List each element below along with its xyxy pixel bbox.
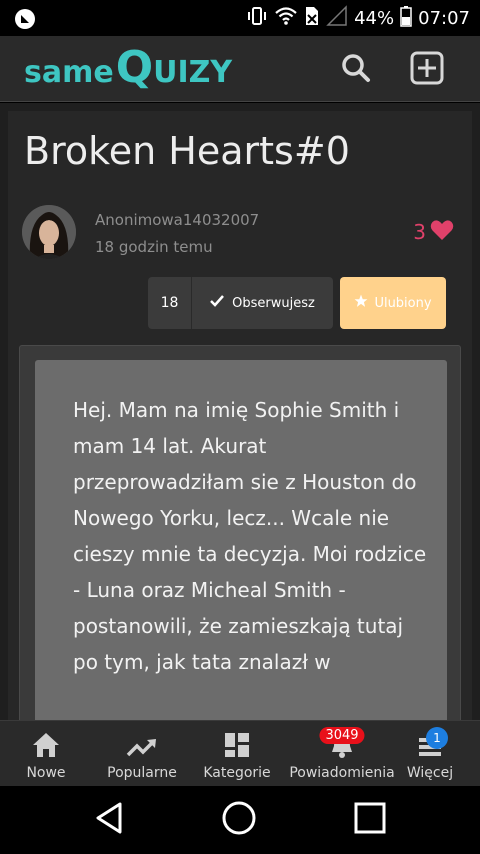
favorite-label: Ulubiony <box>374 295 432 311</box>
like-count: 3 <box>413 220 426 244</box>
post-title: Broken Hearts#0 <box>24 129 350 173</box>
story-container: Hej. Mam na imię Sophie Smith i mam 14 l… <box>19 345 461 720</box>
home-circle-icon <box>221 800 257 840</box>
system-navigation-bar <box>0 786 480 854</box>
nav-new-label: Nowe <box>26 765 66 781</box>
plus-square-icon <box>410 51 444 89</box>
like-button[interactable]: 3 <box>413 219 454 245</box>
follow-group: 18 Obserwujesz <box>148 277 333 329</box>
check-icon <box>210 295 225 311</box>
nav-more[interactable]: 1 Więcej <box>402 721 458 787</box>
content-area[interactable]: Broken Hearts#0 Anonimowa14032007 18 god… <box>0 103 480 720</box>
battery-icon <box>400 5 412 31</box>
wifi-icon <box>274 6 298 30</box>
nav-more-label: Więcej <box>406 765 454 781</box>
samequizy-logo[interactable]: same Q uizy <box>24 42 232 98</box>
search-button[interactable] <box>336 50 376 90</box>
no-sim-icon <box>304 5 320 31</box>
app-bar: same Q uizy <box>0 36 480 102</box>
more-badge: 1 <box>426 727 448 749</box>
battery-percent: 44% <box>354 7 395 29</box>
status-bar: 44% 07:07 <box>0 0 480 36</box>
home-button[interactable] <box>217 800 261 840</box>
grid-icon <box>223 731 251 763</box>
post-time: 18 godzin temu <box>95 238 213 256</box>
trending-icon <box>126 735 158 763</box>
signal-icon <box>326 5 348 31</box>
story-text: Hej. Mam na imię Sophie Smith i mam 14 l… <box>73 398 427 674</box>
nav-categories[interactable]: Kategorie <box>198 721 276 787</box>
home-icon <box>31 731 61 763</box>
nav-notifications[interactable]: 3049 Powiadomienia <box>284 721 400 787</box>
clock: 07:07 <box>418 7 470 29</box>
post-card: Broken Hearts#0 Anonimowa14032007 18 god… <box>8 111 472 720</box>
nav-popular[interactable]: Popularne <box>100 721 184 787</box>
nav-categories-label: Kategorie <box>203 765 271 781</box>
back-triangle-icon <box>94 801 124 839</box>
star-icon <box>354 294 368 312</box>
story-box: Hej. Mam na imię Sophie Smith i mam 14 l… <box>35 360 447 720</box>
follow-button[interactable]: Obserwujesz <box>192 277 333 329</box>
notifications-badge: 3049 <box>319 727 365 744</box>
nav-new[interactable]: Nowe <box>18 721 74 787</box>
author-avatar[interactable] <box>22 205 76 259</box>
recents-button[interactable] <box>348 800 392 840</box>
notification-icon <box>14 8 36 34</box>
nav-popular-label: Popularne <box>107 765 177 781</box>
author-name[interactable]: Anonimowa14032007 <box>95 211 259 229</box>
follow-label: Obserwujesz <box>232 295 315 311</box>
back-button[interactable] <box>87 800 131 840</box>
nav-notifications-label: Powiadomienia <box>289 765 395 781</box>
bottom-navigation: Nowe Popularne Kategorie 3049 Powiadomie… <box>0 720 480 786</box>
search-icon <box>341 53 371 87</box>
heart-icon <box>430 219 454 245</box>
add-quiz-button[interactable] <box>407 50 447 90</box>
recents-square-icon <box>353 801 387 839</box>
followers-count: 18 <box>148 277 192 329</box>
favorite-button[interactable]: Ulubiony <box>340 277 446 329</box>
vibrate-icon <box>246 5 268 31</box>
